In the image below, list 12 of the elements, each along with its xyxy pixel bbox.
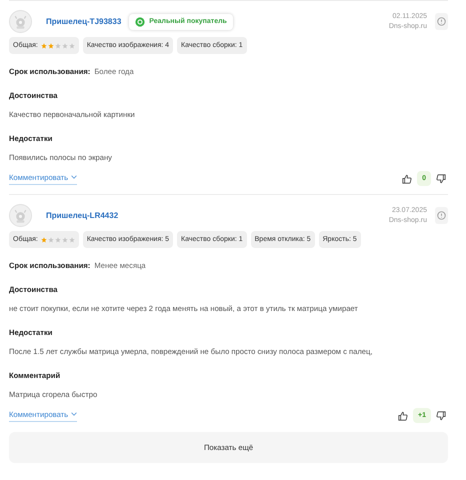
thumbs-down-button[interactable] [434, 174, 448, 184]
avatar-icon [9, 204, 32, 227]
info-button[interactable] [435, 13, 448, 30]
avatar-icon [9, 10, 32, 33]
chevron-down-icon [71, 412, 78, 416]
thumbs-up-button[interactable] [396, 410, 410, 420]
author-link[interactable]: Пришелец-LR4432 [46, 211, 118, 220]
thumbs-up-button[interactable] [400, 174, 414, 184]
author-link[interactable]: Пришелец-TJ93833 [46, 17, 122, 26]
chevron-down-icon [71, 175, 78, 179]
thumbs-down-button[interactable] [434, 410, 448, 420]
info-button[interactable] [435, 207, 448, 224]
